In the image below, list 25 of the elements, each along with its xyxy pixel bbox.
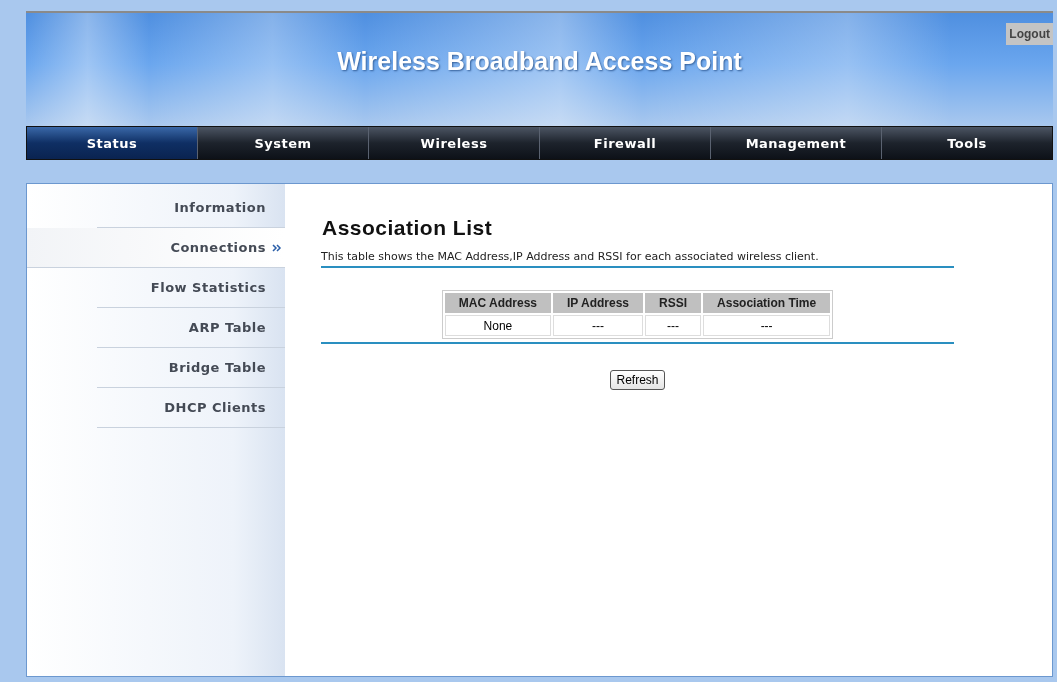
sidebar-item[interactable]: Flow Statistics — [97, 268, 285, 308]
refresh-button[interactable]: Refresh — [610, 370, 665, 390]
table-cell: --- — [553, 315, 644, 336]
double-chevron-icon — [272, 243, 282, 252]
nav-tab[interactable]: System — [198, 127, 369, 159]
table-cell: --- — [703, 315, 831, 336]
nav-tab[interactable]: Management — [711, 127, 882, 159]
sidebar-item[interactable]: ARP Table — [97, 308, 285, 348]
nav-tab[interactable]: Firewall — [540, 127, 711, 159]
table-cell: --- — [645, 315, 702, 336]
column-header: RSSI — [645, 293, 702, 313]
description-text: This table shows the MAC Address,IP Address and RSSI for each associated wireless client. — [321, 250, 954, 268]
sidebar-item[interactable]: Connections — [27, 228, 285, 268]
logout-button[interactable]: Logout — [1006, 23, 1053, 45]
table-cell: None — [444, 315, 551, 336]
column-header: Association Time — [703, 293, 831, 313]
nav-tab[interactable]: Status — [27, 127, 198, 159]
nav-tab[interactable]: Tools — [882, 127, 1052, 159]
banner-title: Wireless Broadband Access Point — [337, 47, 742, 77]
page-title: Association List — [322, 216, 494, 240]
sidebar-item[interactable]: DHCP Clients — [97, 388, 285, 428]
nav-tab[interactable]: Wireless — [369, 127, 540, 159]
column-header: IP Address — [553, 293, 644, 313]
column-header: MAC Address — [444, 293, 551, 313]
sidebar-item[interactable]: Bridge Table — [97, 348, 285, 388]
